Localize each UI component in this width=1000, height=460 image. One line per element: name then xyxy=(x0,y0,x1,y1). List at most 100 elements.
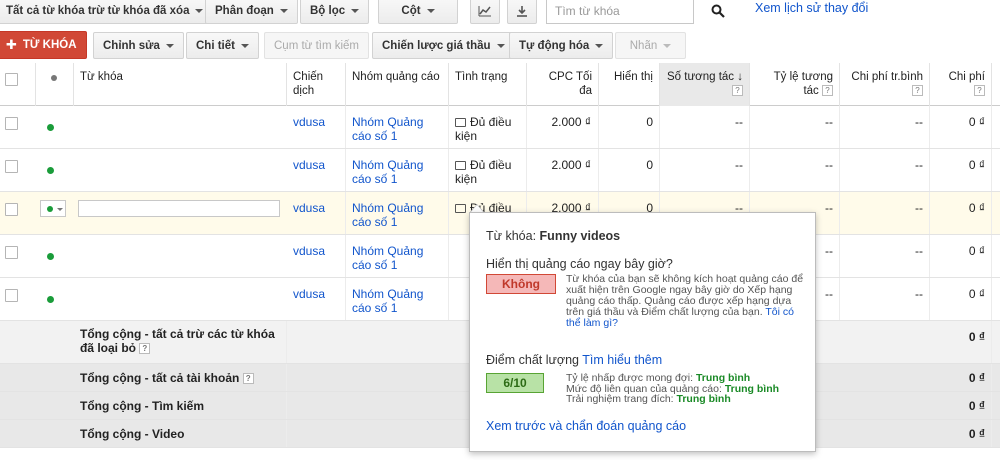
help-icon[interactable]: ? xyxy=(974,85,985,97)
campaign-link[interactable]: vdusa xyxy=(293,201,325,215)
add-keyword-button[interactable]: ✚ TỪ KHÓA xyxy=(0,31,87,59)
add-keyword-label: TỪ KHÓA xyxy=(22,39,77,51)
adgroup-link[interactable]: Nhóm Quảng cáo số 1 xyxy=(352,115,423,143)
header-adgroup-label: Nhóm quảng cáo xyxy=(352,71,440,83)
interactions-value: -- xyxy=(735,158,743,172)
enabled-status-dot[interactable] xyxy=(47,124,54,131)
header-interactions-label: Số tương tác xyxy=(667,71,735,83)
search-input[interactable]: Tìm từ khóa xyxy=(546,0,694,24)
details-dropdown[interactable]: Chi tiết xyxy=(186,32,259,59)
download-icon xyxy=(517,5,527,17)
speech-bubble-icon[interactable] xyxy=(455,204,466,213)
segment-dropdown[interactable]: Phân đoạn xyxy=(205,0,298,24)
header-interactions[interactable]: Số tương tác ↓? xyxy=(660,63,750,106)
preview-diagnosis-link[interactable]: Xem trước và chẩn đoán quảng cáo xyxy=(486,419,686,433)
speech-bubble-icon[interactable] xyxy=(455,118,466,127)
labels-dropdown[interactable]: Nhãn xyxy=(615,32,686,59)
max-cpc-cell[interactable]: 2.000 ₫ xyxy=(527,149,599,191)
table-header: Từ khóa Chiến dịch Nhóm quảng cáo Tình t… xyxy=(0,63,1000,106)
status-dot-icon xyxy=(51,75,57,81)
total-cost-cell: 0 ₫ xyxy=(930,392,992,419)
header-impressions[interactable]: Hiển thị xyxy=(599,63,660,106)
total-label: Tổng cộng - Video xyxy=(80,427,185,441)
header-interaction-rate[interactable]: Tỷ lệ tương tác ? xyxy=(750,63,840,106)
row-checkbox[interactable] xyxy=(5,117,18,130)
row-checkbox[interactable] xyxy=(5,289,18,302)
adgroup-link[interactable]: Nhóm Quảng cáo số 1 xyxy=(352,244,423,272)
columns-dropdown[interactable]: Cột xyxy=(378,0,458,24)
total-cost-value: 0 ₫ xyxy=(968,330,985,344)
help-icon[interactable]: ? xyxy=(139,343,151,355)
help-icon[interactable]: ? xyxy=(242,373,254,385)
campaign-link[interactable]: vdusa xyxy=(293,287,325,301)
header-campaign[interactable]: Chiến dịch xyxy=(287,63,346,106)
labels-label: Nhãn xyxy=(629,39,658,52)
speech-bubble-icon[interactable] xyxy=(455,161,466,170)
header-keyword[interactable]: Từ khóa xyxy=(74,63,287,106)
avg-cost-value: -- xyxy=(915,201,923,215)
max-cpc-value: 2.000 ₫ xyxy=(551,115,591,129)
row-checkbox[interactable] xyxy=(5,246,18,259)
enabled-status-dot[interactable] xyxy=(47,253,54,260)
row-checkbox[interactable] xyxy=(5,160,18,173)
filter-dropdown[interactable]: Bộ lọc xyxy=(300,0,370,24)
max-cpc-cell[interactable]: 2.000 ₫ xyxy=(527,106,599,148)
header-avg-cost[interactable]: Chi phí tr.bình? xyxy=(840,63,930,106)
total-cost-cell: 0 ₫ xyxy=(930,420,992,447)
search-button[interactable] xyxy=(695,0,741,24)
interaction-rate-cell: -- xyxy=(750,106,840,148)
status-dropdown[interactable] xyxy=(40,200,66,217)
keyword-filter-dropdown[interactable]: Tất cả từ khóa trừ từ khóa đã xóa xyxy=(0,0,214,24)
adgroup-link[interactable]: Nhóm Quảng cáo số 1 xyxy=(352,201,423,229)
header-status[interactable]: Tình trạng xyxy=(449,63,527,106)
learn-more-link[interactable]: Tìm hiểu thêm xyxy=(582,353,662,367)
avg-cost-cell: -- xyxy=(840,149,930,191)
campaign-link[interactable]: vdusa xyxy=(293,244,325,258)
download-button[interactable] xyxy=(507,0,537,24)
adgroup-link[interactable]: Nhóm Quảng cáo số 1 xyxy=(352,158,423,186)
bid-strategy-dropdown[interactable]: Chiến lược giá thầu xyxy=(372,32,515,59)
help-icon[interactable]: ? xyxy=(732,85,743,97)
header-cost[interactable]: Chi phí? xyxy=(930,63,992,106)
enabled-status-dot[interactable] xyxy=(47,167,54,174)
adgroup-link[interactable]: Nhóm Quảng cáo số 1 xyxy=(352,287,423,315)
automate-dropdown[interactable]: Tự động hóa xyxy=(509,32,614,59)
popup-keyword-label: Từ khóa: xyxy=(486,229,537,243)
max-cpc-value: 2.000 ₫ xyxy=(551,158,591,172)
select-all-checkbox[interactable] xyxy=(5,73,18,86)
chart-button[interactable] xyxy=(470,0,500,24)
enabled-status-dot[interactable] xyxy=(47,296,54,303)
header-select-all[interactable] xyxy=(0,63,36,106)
filter-label: Bộ lọc xyxy=(310,4,346,17)
total-cost-value: 0 ₫ xyxy=(968,371,985,385)
search-icon xyxy=(711,4,725,18)
total-cost-value: 0 ₫ xyxy=(968,399,985,413)
avg-cost-value: -- xyxy=(915,244,923,258)
total-label-cell: Tổng cộng - Tìm kiếm xyxy=(74,392,287,419)
keyword-filter-label: Tất cả từ khóa trừ từ khóa đã xóa xyxy=(6,4,190,17)
keyword-edit-field[interactable] xyxy=(78,200,280,217)
chevron-down-icon xyxy=(663,43,672,48)
total-label-cell: Tổng cộng - tất cả tài khoản ? xyxy=(74,364,287,391)
adgroup-cell: Nhóm Quảng cáo số 1 xyxy=(346,235,449,277)
search-terms-button[interactable]: Cụm từ tìm kiếm xyxy=(264,32,370,59)
header-max-cpc-label: CPC Tối đa xyxy=(548,71,592,97)
header-max-cpc[interactable]: CPC Tối đa xyxy=(527,63,599,106)
avg-cost-cell: -- xyxy=(840,278,930,320)
help-icon[interactable]: ? xyxy=(822,85,833,97)
campaign-link[interactable]: vdusa xyxy=(293,115,325,129)
campaign-cell: vdusa xyxy=(287,106,346,148)
help-icon[interactable]: ? xyxy=(912,85,923,97)
total-label-cell: Tổng cộng - tất cả trừ các từ khóa đã lo… xyxy=(74,321,287,363)
total-cost-value: 0 ₫ xyxy=(968,427,985,441)
row-checkbox[interactable] xyxy=(5,203,18,216)
header-adgroup[interactable]: Nhóm quảng cáo xyxy=(346,63,449,106)
campaign-link[interactable]: vdusa xyxy=(293,158,325,172)
chevron-down-icon xyxy=(240,43,249,48)
adgroup-cell: Nhóm Quảng cáo số 1 xyxy=(346,149,449,191)
edit-dropdown[interactable]: Chỉnh sửa xyxy=(93,32,184,59)
interactions-value: -- xyxy=(735,115,743,129)
columns-label: Cột xyxy=(401,4,421,17)
change-history-link[interactable]: Xem lịch sử thay đổi xyxy=(755,1,868,15)
avg-cost-cell: -- xyxy=(840,192,930,234)
